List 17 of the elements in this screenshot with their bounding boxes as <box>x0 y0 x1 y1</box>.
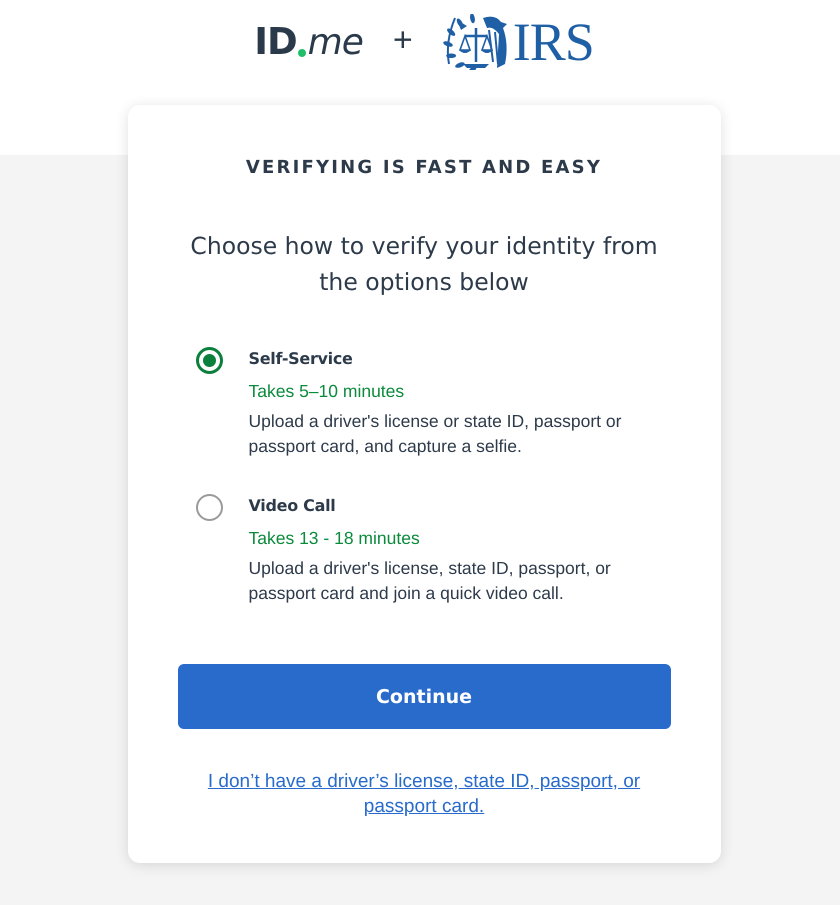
logo-text: ID <box>254 20 297 64</box>
option-duration: Takes 13 - 18 minutes <box>248 527 421 550</box>
radio-button[interactable] <box>196 494 222 521</box>
no-id-link[interactable]: I don’t have a driver’s license, state ID, passport, or passport card. <box>184 769 664 819</box>
dot-icon <box>298 49 306 57</box>
option-description: Upload a driver's license, state ID, passport, or passport card and join a quick video call. <box>248 557 612 605</box>
option-title: Video Call <box>248 495 336 517</box>
logo-text: me <box>308 21 363 65</box>
option-title: Self-Service <box>248 348 354 370</box>
card-eyebrow: VERIFYING IS FAST AND EASY <box>246 157 602 178</box>
option-duration: Takes 5–10 minutes <box>248 380 406 403</box>
continue-button[interactable]: Continue <box>178 664 670 729</box>
card-title: Choose how to verify your identity from the options below <box>189 231 659 298</box>
option-description: Upload a driver's license or state ID, passport or passport card, and capture a selfie. <box>248 410 622 458</box>
radio-button[interactable] <box>196 347 222 374</box>
logo-text: IRS <box>512 14 594 70</box>
plus-sign: + <box>392 20 413 61</box>
